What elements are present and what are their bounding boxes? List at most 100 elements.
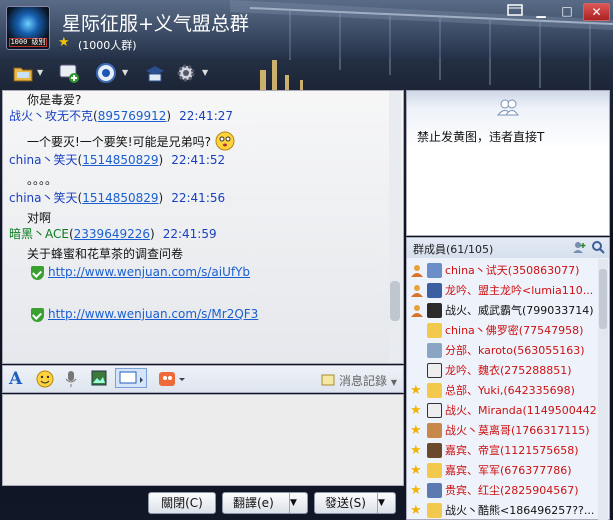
sender-qq-link[interactable]: 1514850829 bbox=[82, 191, 158, 205]
member-name: 龙吟、魏衣(275288851) bbox=[445, 364, 572, 377]
member-list[interactable]: china丶试天(350863077) 龙吟、盟主龙吟<lumia110... … bbox=[407, 259, 597, 520]
gear-icon[interactable] bbox=[175, 62, 197, 86]
search-icon[interactable] bbox=[591, 240, 605, 257]
member-name: 总部、Yuki,(642335698) bbox=[445, 384, 575, 397]
member-name: 战火丶莫离哥(1766317115) bbox=[445, 424, 590, 437]
chat-history[interactable]: 你是毒爱? 战火丶攻无不克(895769912) 22:41:27 一个要灭!一个… bbox=[2, 90, 404, 364]
avatar bbox=[427, 503, 442, 518]
member-item[interactable]: ★ 战火丶酷熊<186496257??... bbox=[407, 501, 597, 520]
chevron-down-icon: ▼ bbox=[390, 378, 397, 387]
member-item[interactable]: ★ 战火、Miranda(1149500442) bbox=[407, 401, 597, 421]
member-name: 战火丶酷熊<186496257??... bbox=[445, 504, 595, 517]
close-window-button[interactable]: ✕ bbox=[583, 3, 610, 21]
add-member-icon[interactable] bbox=[572, 240, 586, 257]
folder-icon[interactable] bbox=[12, 62, 34, 86]
member-item[interactable]: 分部、karoto(563055163) bbox=[407, 341, 597, 361]
sender-name[interactable]: 战火丶攻无不克 bbox=[9, 109, 93, 123]
message-text: 对啊 bbox=[27, 211, 52, 225]
app-icon[interactable] bbox=[143, 62, 167, 86]
magic-face-icon[interactable] bbox=[157, 370, 187, 391]
minimize-button[interactable]: ▁ bbox=[530, 3, 552, 21]
close-button[interactable]: 關閉(C) bbox=[148, 492, 216, 514]
skin-icon[interactable] bbox=[504, 3, 526, 21]
member-item[interactable]: ★ 战火丶莫离哥(1766317115) bbox=[407, 421, 597, 441]
add-chat-icon[interactable] bbox=[58, 62, 80, 86]
survey-link[interactable]: http://www.wenjuan.com/s/Mr2QF3 bbox=[48, 307, 258, 321]
sender-name[interactable]: china丶笑天 bbox=[9, 191, 78, 205]
history-icon bbox=[321, 373, 335, 390]
chat-scrollbar-thumb[interactable] bbox=[390, 281, 400, 321]
avatar bbox=[427, 483, 442, 498]
chat-scrollbar[interactable] bbox=[389, 91, 401, 363]
message-text: 。。。。 bbox=[27, 173, 58, 187]
member-item[interactable]: ★ 嘉宾、帝宣(1121575658) bbox=[407, 441, 597, 461]
member-list-header: 群成員(61/105) bbox=[407, 238, 609, 258]
message-history-button[interactable]: 消息記錄 ▼ bbox=[321, 372, 397, 390]
member-name: 嘉宾、军军(676377786) bbox=[445, 464, 572, 477]
owner-icon bbox=[410, 264, 424, 278]
members-icon[interactable] bbox=[496, 98, 519, 119]
member-item[interactable]: 龙吟、魏衣(275288851) bbox=[407, 361, 597, 381]
avatar bbox=[427, 423, 442, 438]
member-item[interactable]: 龙吟、盟主龙吟<lumia110... bbox=[407, 281, 597, 301]
send-button[interactable]: 發送(S) ▼ bbox=[314, 492, 396, 514]
chevron-down-icon[interactable]: ▼ bbox=[289, 493, 307, 513]
member-item[interactable]: 战火、威武霸气(799033714) bbox=[407, 301, 597, 321]
avatar bbox=[427, 343, 442, 358]
star-icon: ★ bbox=[58, 35, 70, 50]
sender-qq-link[interactable]: 2339649226 bbox=[74, 227, 150, 241]
message-header: 战火丶攻无不克(895769912) 22:41:27 bbox=[9, 109, 234, 123]
member-item[interactable]: ★ 总部、Yuki,(642335698) bbox=[407, 381, 597, 401]
member-item[interactable]: ★ 贵宾、红尘(2825904567) bbox=[407, 481, 597, 501]
sender-name[interactable]: china丶笑天 bbox=[9, 153, 78, 167]
translate-button[interactable]: 翻譯(e) ▼ bbox=[222, 492, 308, 514]
star-icon: ★ bbox=[410, 503, 422, 518]
star-icon: ★ bbox=[410, 383, 422, 398]
group-level-badge: 1000 级别 bbox=[9, 38, 47, 47]
message-input[interactable] bbox=[2, 394, 404, 486]
group-avatar[interactable]: 1000 级别 bbox=[6, 6, 50, 50]
message-time: 22:41:52 bbox=[171, 153, 226, 167]
avatar bbox=[427, 403, 442, 418]
voice-icon[interactable] bbox=[64, 370, 78, 391]
star-icon: ★ bbox=[410, 423, 422, 438]
chevron-down-icon[interactable]: ▼ bbox=[202, 68, 208, 77]
send-label: 發送(S) bbox=[325, 496, 366, 510]
message-time: 22:41:56 bbox=[171, 191, 226, 205]
maximize-button[interactable]: □ bbox=[556, 3, 578, 21]
avatar bbox=[427, 363, 442, 378]
member-item[interactable]: china丶佛罗密(77547958) bbox=[407, 321, 597, 341]
member-item[interactable]: ★ 嘉宾、军军(676377786) bbox=[407, 461, 597, 481]
sender-name[interactable]: 暗黑丶ACE bbox=[9, 227, 69, 241]
image-icon[interactable] bbox=[91, 370, 107, 389]
sender-qq-link[interactable]: 895769912 bbox=[98, 109, 167, 123]
survey-link[interactable]: http://www.wenjuan.com/s/aiUfYb bbox=[48, 265, 250, 279]
announcement-text: 禁止发黄图，违者直接T bbox=[417, 130, 545, 144]
emoji-icon bbox=[215, 131, 235, 154]
chevron-down-icon[interactable]: ▼ bbox=[37, 68, 43, 77]
admin-icon bbox=[410, 284, 424, 298]
member-item[interactable]: china丶试天(350863077) bbox=[407, 261, 597, 281]
main-toolbar: ▼ ▼ ▼ bbox=[0, 58, 613, 90]
safe-link-icon bbox=[31, 265, 44, 280]
message-text: 你是毒爱? bbox=[27, 93, 82, 107]
member-name: 战火、威武霸气(799033714) bbox=[445, 304, 594, 317]
link-row: http://www.wenjuan.com/s/Mr2QF3 bbox=[31, 307, 258, 322]
chevron-down-icon[interactable]: ▼ bbox=[377, 493, 395, 513]
member-name: china丶佛罗密(77547958) bbox=[445, 324, 584, 337]
star-icon: ★ bbox=[410, 443, 422, 458]
message-header: china丶笑天(1514850829) 22:41:52 bbox=[9, 153, 226, 167]
member-list-scrollbar-thumb[interactable] bbox=[599, 269, 607, 329]
screenshot-icon[interactable] bbox=[115, 368, 147, 388]
video-icon[interactable] bbox=[95, 62, 119, 86]
input-toolbar: A 消息記錄 ▼ bbox=[2, 365, 404, 393]
member-list-scrollbar[interactable] bbox=[598, 259, 608, 520]
emoji-icon[interactable] bbox=[36, 370, 54, 391]
sender-qq-link[interactable]: 1514850829 bbox=[82, 153, 158, 167]
member-name: 嘉宾、帝宣(1121575658) bbox=[445, 444, 579, 457]
chevron-down-icon[interactable]: ▼ bbox=[122, 68, 128, 77]
font-icon[interactable]: A bbox=[9, 369, 22, 389]
link-row: http://www.wenjuan.com/s/aiUfYb bbox=[31, 265, 250, 280]
group-size: (1000人群) bbox=[78, 39, 137, 52]
group-announcement: 禁止发黄图，违者直接T bbox=[406, 90, 610, 236]
